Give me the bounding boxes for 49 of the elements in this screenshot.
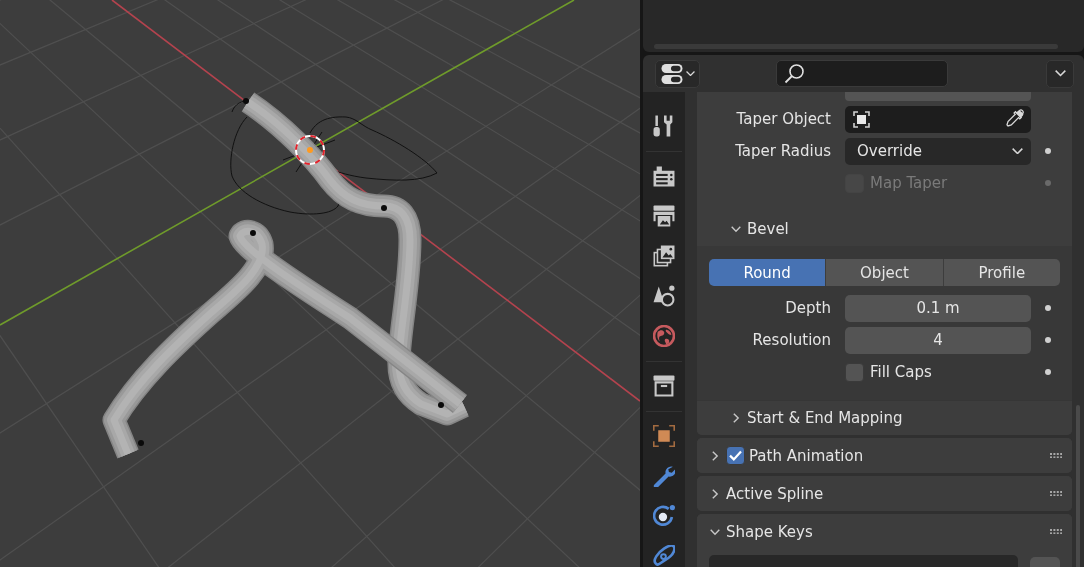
field-label: Taper Object <box>736 110 831 128</box>
editor-type-button[interactable] <box>655 59 700 88</box>
cone-sphere-icon <box>653 285 675 307</box>
mode-button[interactable]: Profile <box>942 259 1060 286</box>
mode-button[interactable]: Round <box>709 259 826 286</box>
screwdriver-wrench-icon <box>653 115 675 137</box>
keyframe-dot-icon[interactable] <box>1045 148 1051 154</box>
field-label: Taper Radius <box>735 142 831 160</box>
menu-button[interactable] <box>1046 59 1074 88</box>
search-icon <box>784 63 805 84</box>
toggles-icon <box>660 62 683 85</box>
printer-icon <box>653 205 675 227</box>
number-field[interactable]: 4 <box>845 326 1031 354</box>
dropdown[interactable]: Override <box>845 137 1031 165</box>
number-field[interactable]: 0.1 m <box>845 294 1031 322</box>
check-icon <box>729 450 742 461</box>
ring-dot-icon <box>653 505 675 527</box>
number-field[interactable] <box>845 92 1031 101</box>
drag-handle-icon[interactable] <box>1049 490 1062 497</box>
drag-handle-icon[interactable] <box>1049 528 1062 535</box>
keyframe-dot-icon[interactable] <box>1045 369 1051 375</box>
wrench-icon <box>653 465 675 487</box>
checkbox[interactable] <box>845 362 864 382</box>
control-point-icon[interactable] <box>243 98 249 104</box>
image-stack-icon <box>653 245 675 267</box>
cursor-ring-icon <box>295 135 325 165</box>
caret-icon <box>685 70 695 77</box>
object-field[interactable] <box>845 105 1031 133</box>
object-icon <box>853 110 870 128</box>
archive-box-icon <box>653 375 675 397</box>
keyframe-dot-icon[interactable] <box>1045 337 1051 343</box>
eyedropper-icon[interactable] <box>1005 109 1025 129</box>
keyframe-dot-icon[interactable] <box>1045 305 1051 311</box>
checkbox-label: Map Taper <box>870 174 948 192</box>
control-point-icon[interactable] <box>250 230 256 236</box>
drag-handle-icon[interactable] <box>1049 452 1062 459</box>
control-point-icon[interactable] <box>438 402 444 408</box>
checkbox[interactable] <box>726 446 745 465</box>
caret-icon <box>1012 147 1023 155</box>
field-label: Resolution <box>752 331 831 349</box>
control-point-icon[interactable] <box>381 205 387 211</box>
globe-icon <box>653 325 675 347</box>
field-label: Depth <box>785 299 831 317</box>
camera-back-icon <box>653 165 675 187</box>
mode-button[interactable]: Object <box>825 259 943 286</box>
search-field[interactable] <box>776 60 948 87</box>
caret-icon <box>1054 70 1066 77</box>
checkbox-label: Fill Caps <box>870 363 932 381</box>
square-icon <box>653 425 675 447</box>
